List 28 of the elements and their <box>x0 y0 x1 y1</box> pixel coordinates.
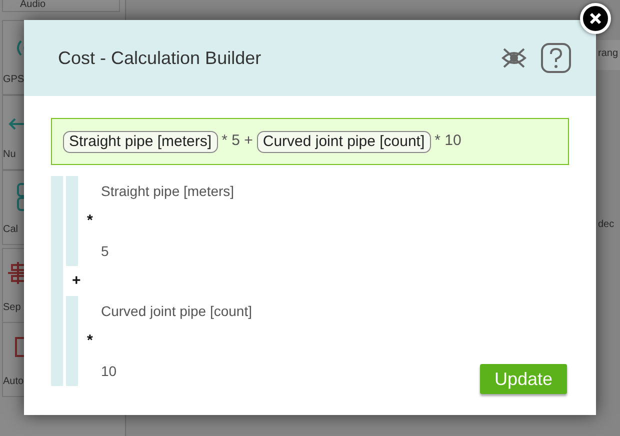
dialog-title: Cost - Calculation Builder <box>58 46 262 70</box>
item-label: Audio <box>20 0 46 11</box>
item-label: Sep <box>3 302 21 314</box>
item-label: GPS <box>3 74 24 86</box>
formula-token: Straight pipe [meters] <box>63 130 218 152</box>
close-icon <box>589 12 602 25</box>
background-text: rang <box>598 47 618 61</box>
formula-text: * 5 + <box>222 131 253 152</box>
operator-symbol: * <box>87 330 93 351</box>
box-icon <box>15 337 27 357</box>
expression-term[interactable]: 10 <box>101 360 117 382</box>
close-button[interactable] <box>580 3 611 34</box>
arrow-icon <box>8 117 27 131</box>
background-text: dec <box>598 218 614 232</box>
item-label: Nu <box>3 149 16 161</box>
expression-term[interactable]: Curved joint pipe [count] <box>101 300 252 322</box>
operator-symbol: * <box>87 210 93 231</box>
item-label: Cal <box>3 224 18 236</box>
formula-token: Curved joint pipe [count] <box>256 130 431 152</box>
formula-text: * 10 <box>434 131 462 152</box>
formula-field[interactable]: Straight pipe [meters] * 5 + Curved joint pipe [count] * 10 <box>51 118 569 165</box>
help-icon[interactable] <box>541 43 571 73</box>
sidebar-item[interactable]: Audio <box>2 0 120 12</box>
operator-symbol: + <box>72 270 81 291</box>
item-label: Auto <box>3 376 24 388</box>
expression-term[interactable]: 5 <box>101 240 109 262</box>
expression-term[interactable]: Straight pipe [meters] <box>101 180 234 202</box>
eye-off-icon[interactable] <box>501 47 527 69</box>
